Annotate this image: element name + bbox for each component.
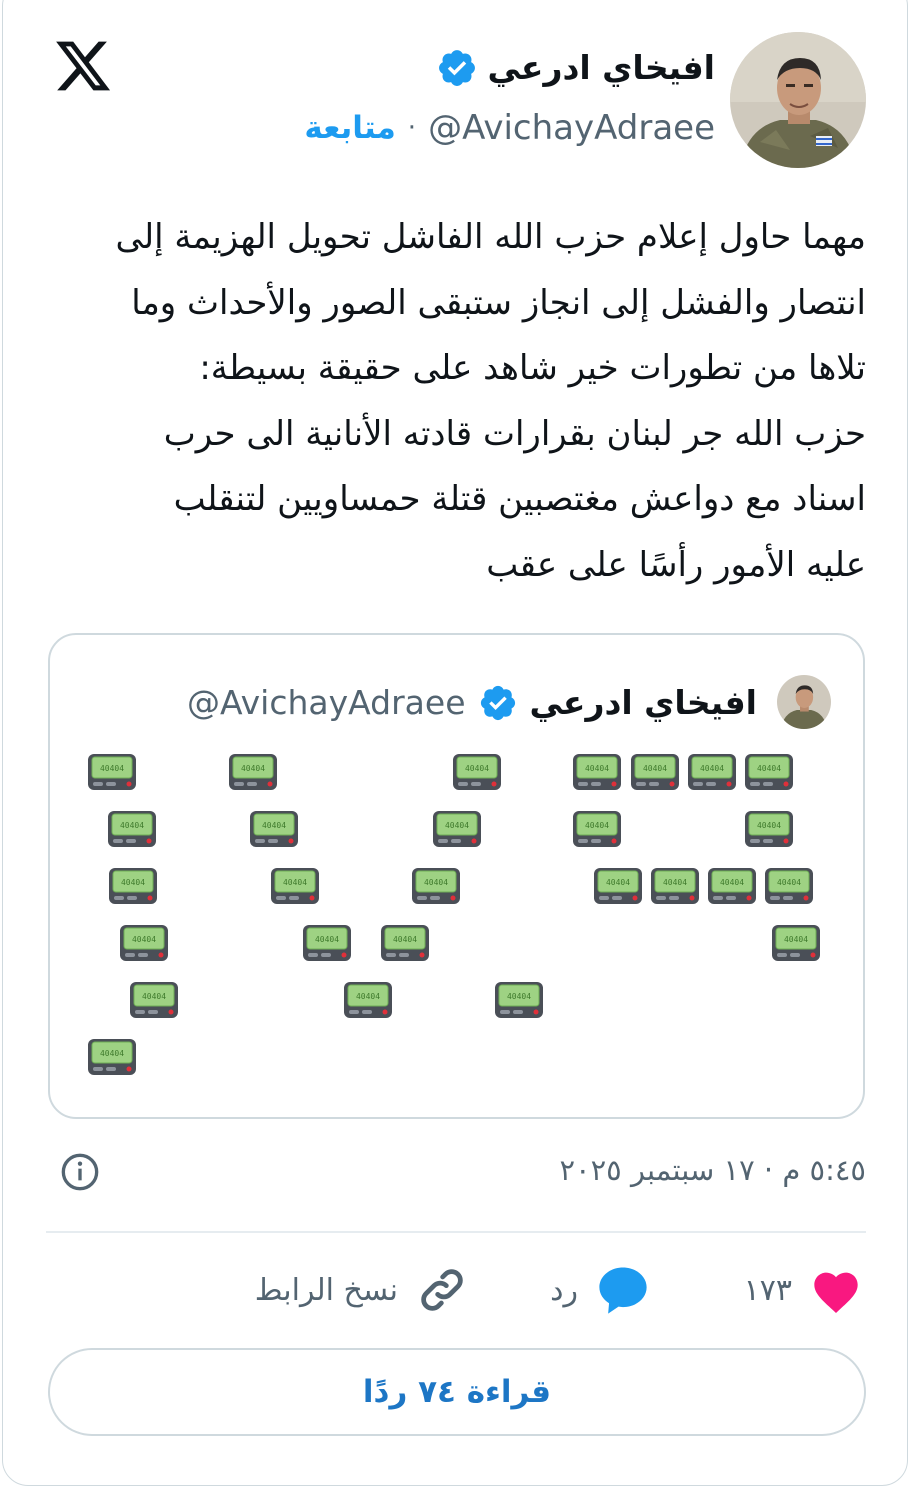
svg-text:40404: 40404 bbox=[120, 821, 144, 830]
pager-icon: 40404 bbox=[764, 867, 814, 905]
svg-text:40404: 40404 bbox=[356, 992, 380, 1001]
pager-icon: 40404 bbox=[687, 753, 737, 791]
svg-text:40404: 40404 bbox=[606, 878, 630, 887]
pager-icon: 40404 bbox=[593, 867, 643, 905]
svg-text:40404: 40404 bbox=[100, 1049, 124, 1058]
quoted-author-avatar bbox=[777, 675, 831, 729]
soldier-portrait-icon bbox=[730, 32, 866, 168]
tweet-timestamp[interactable]: ٥:٤٥ م · ١٧ سبتمبر ٢٠٢٥ bbox=[559, 1142, 866, 1198]
pager-icon: 40404 bbox=[108, 867, 158, 905]
pager-icon: 40404 bbox=[87, 1038, 137, 1076]
pager-icon: 40404 bbox=[107, 810, 157, 848]
pager-icon: 40404 bbox=[771, 924, 821, 962]
soldier-portrait-icon bbox=[777, 675, 831, 729]
pager-icon: 40404 bbox=[494, 981, 544, 1019]
pager-icon: 40404 bbox=[411, 867, 461, 905]
read-replies-button[interactable]: قراءة ٧٤ ردًا bbox=[48, 1348, 866, 1436]
copy-link-label: نسخ الرابط bbox=[254, 1272, 398, 1308]
svg-text:40404: 40404 bbox=[585, 821, 609, 830]
pager-icon: 40404 bbox=[380, 924, 430, 962]
svg-text:40404: 40404 bbox=[424, 878, 448, 887]
pager-icon: 40404 bbox=[452, 753, 502, 791]
svg-text:40404: 40404 bbox=[393, 935, 417, 944]
pager-icon: 40404 bbox=[650, 867, 700, 905]
author-handle-row: @AvichayAdraee · متابعة bbox=[304, 100, 715, 156]
speech-bubble-icon bbox=[599, 1267, 647, 1314]
svg-text:40404: 40404 bbox=[720, 878, 744, 887]
pager-icon: 40404 bbox=[744, 810, 794, 848]
svg-text:40404: 40404 bbox=[757, 764, 781, 773]
author-avatar[interactable] bbox=[730, 32, 866, 168]
pager-icon: 40404 bbox=[572, 810, 622, 848]
svg-text:40404: 40404 bbox=[643, 764, 667, 773]
reply-button[interactable]: رد bbox=[550, 1262, 650, 1318]
author-handle[interactable]: @AvichayAdraee bbox=[428, 100, 715, 156]
like-button[interactable]: ١٧٣ bbox=[744, 1262, 862, 1318]
svg-text:40404: 40404 bbox=[700, 764, 724, 773]
author-name-row[interactable]: افيخاي ادرعي bbox=[436, 38, 715, 98]
heart-icon bbox=[814, 1272, 858, 1313]
svg-text:40404: 40404 bbox=[465, 764, 489, 773]
svg-text:40404: 40404 bbox=[507, 992, 531, 1001]
pager-icon: 40404 bbox=[302, 924, 352, 962]
pager-icon: 40404 bbox=[129, 981, 179, 1019]
svg-text:40404: 40404 bbox=[283, 878, 307, 887]
svg-text:40404: 40404 bbox=[241, 764, 265, 773]
svg-text:40404: 40404 bbox=[585, 764, 609, 773]
link-icon bbox=[421, 1269, 463, 1311]
svg-text:40404: 40404 bbox=[262, 821, 286, 830]
svg-text:40404: 40404 bbox=[757, 821, 781, 830]
pager-icon: 40404 bbox=[630, 753, 680, 791]
pager-icon: 40404 bbox=[744, 753, 794, 791]
svg-text:40404: 40404 bbox=[121, 878, 145, 887]
pager-icon: 40404 bbox=[707, 867, 757, 905]
copy-link-button[interactable]: نسخ الرابط bbox=[255, 1262, 468, 1318]
likes-count: ١٧٣ bbox=[743, 1272, 792, 1308]
svg-text:40404: 40404 bbox=[445, 821, 469, 830]
quoted-author-name: افيخاي ادرعي bbox=[529, 683, 757, 722]
verified-badge-icon bbox=[480, 685, 515, 721]
svg-text:40404: 40404 bbox=[777, 878, 801, 887]
svg-text:40404: 40404 bbox=[100, 764, 124, 773]
svg-text:40404: 40404 bbox=[784, 935, 808, 944]
x-logo-icon[interactable] bbox=[52, 36, 114, 96]
pager-icon: 40404 bbox=[87, 753, 137, 791]
quoted-author-handle: @AvichayAdraee bbox=[187, 683, 466, 722]
author-name[interactable]: افيخاي ادرعي bbox=[488, 38, 715, 98]
pager-icon: 40404 bbox=[432, 810, 482, 848]
pager-icon: 40404 bbox=[343, 981, 393, 1019]
quoted-author-row: افيخاي ادرعي @AvichayAdraee bbox=[187, 673, 757, 733]
verified-badge-icon bbox=[438, 50, 475, 86]
pager-icon: 40404 bbox=[119, 924, 169, 962]
reply-label: رد bbox=[550, 1272, 578, 1308]
divider bbox=[46, 1231, 866, 1233]
tweet-text: مهما حاول إعلام حزب الله الفاشل تحويل ال… bbox=[115, 217, 866, 585]
svg-text:40404: 40404 bbox=[315, 935, 339, 944]
info-icon[interactable] bbox=[60, 1152, 100, 1192]
pager-icon: 40404 bbox=[572, 753, 622, 791]
svg-text:40404: 40404 bbox=[142, 992, 166, 1001]
pager-icon: 40404 bbox=[249, 810, 299, 848]
pager-icon: 40404 bbox=[270, 867, 320, 905]
separator-dot: · bbox=[407, 113, 417, 143]
svg-text:40404: 40404 bbox=[663, 878, 687, 887]
pager-icon: 40404 bbox=[228, 753, 278, 791]
svg-text:40404: 40404 bbox=[132, 935, 156, 944]
follow-button[interactable]: متابعة bbox=[304, 100, 395, 156]
quoted-tweet[interactable]: افيخاي ادرعي @AvichayAdraee 40404 40404 40… bbox=[48, 633, 865, 1119]
